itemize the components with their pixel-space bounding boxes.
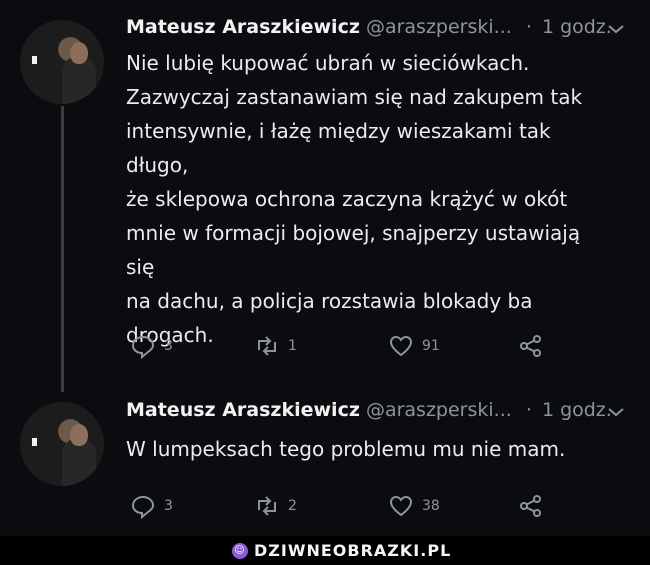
- heart-icon: [389, 495, 413, 517]
- author-name[interactable]: Mateusz Araszkiewicz: [126, 399, 360, 421]
- tweet-2[interactable]: Mateusz Araszkiewicz @araszperski... · 1…: [0, 380, 650, 530]
- share-button[interactable]: [518, 493, 544, 519]
- reply-icon: [131, 495, 155, 519]
- reply-count: 3: [164, 498, 173, 514]
- share-icon: [520, 335, 541, 357]
- tweet-actions: 3 1 91: [126, 333, 596, 363]
- like-button[interactable]: 38: [388, 493, 440, 519]
- tweet-text-line: Zazwyczaj zastanawiam się nad zakupem ta…: [126, 85, 583, 109]
- reply-button[interactable]: 3: [130, 493, 173, 519]
- chevron-down-icon[interactable]: [607, 403, 625, 422]
- tweet-text: W lumpeksach tego problemu mu nie mam.: [126, 432, 606, 466]
- retweet-button[interactable]: 1: [254, 333, 297, 359]
- tweet-header: Mateusz Araszkiewicz @araszperski... · 1…: [126, 16, 612, 38]
- tweet-text-line: intensywnie, i łażę między wieszakami ta…: [126, 119, 551, 177]
- tweet-text-line: mnie w formacji bojowej, snajperzy ustaw…: [126, 221, 581, 279]
- brand-watermark: ☺ DZIWNEOBRAZKI.PL: [232, 541, 451, 560]
- reply-icon: [131, 335, 155, 359]
- author-handle[interactable]: @araszperski...: [366, 399, 512, 421]
- reply-button[interactable]: 3: [130, 333, 173, 359]
- like-count: 91: [422, 338, 440, 354]
- chevron-down-icon[interactable]: [607, 20, 625, 39]
- separator-dot: ·: [525, 16, 532, 38]
- share-icon: [520, 495, 541, 517]
- retweet-icon: [258, 496, 276, 516]
- timestamp[interactable]: 1 godz.: [542, 16, 612, 38]
- tweet-text-line: Nie lubię kupować ubrań w sieciówkach.: [126, 51, 530, 75]
- author-name[interactable]: Mateusz Araszkiewicz: [126, 16, 360, 38]
- retweet-count: 1: [288, 338, 297, 354]
- share-button[interactable]: [518, 333, 544, 359]
- author-handle[interactable]: @araszperski...: [366, 16, 512, 38]
- tweet-text-line: W lumpeksach tego problemu mu nie mam.: [126, 437, 566, 461]
- avatar[interactable]: [20, 20, 104, 104]
- retweet-button[interactable]: 2: [254, 493, 297, 519]
- retweet-count: 2: [288, 498, 297, 514]
- brand-name: DZIWNEOBRAZKI.PL: [254, 541, 452, 560]
- retweet-icon: [258, 336, 276, 356]
- like-count: 38: [422, 498, 440, 514]
- tweet-actions: 3 2 38: [126, 493, 596, 523]
- avatar[interactable]: [20, 402, 104, 486]
- watermark-bar: ☺ DZIWNEOBRAZKI.PL: [0, 536, 650, 565]
- heart-icon: [389, 335, 413, 357]
- tweet-1[interactable]: Mateusz Araszkiewicz @araszperski... · 1…: [0, 0, 650, 380]
- brand-logo-icon: ☺: [232, 542, 248, 559]
- tweet-text-line: na dachu, a policja rozstawia blokady ba: [126, 289, 533, 313]
- separator-dot: ·: [525, 399, 532, 421]
- reply-count: 3: [164, 338, 173, 354]
- timestamp[interactable]: 1 godz.: [542, 399, 612, 421]
- tweet-header: Mateusz Araszkiewicz @araszperski... · 1…: [126, 399, 612, 421]
- tweet-text-line: że sklepowa ochrona zaczyna krążyć w okó…: [126, 187, 568, 211]
- like-button[interactable]: 91: [388, 333, 440, 359]
- tweet-text: Nie lubię kupować ubrań w sieciówkach. Z…: [126, 46, 606, 352]
